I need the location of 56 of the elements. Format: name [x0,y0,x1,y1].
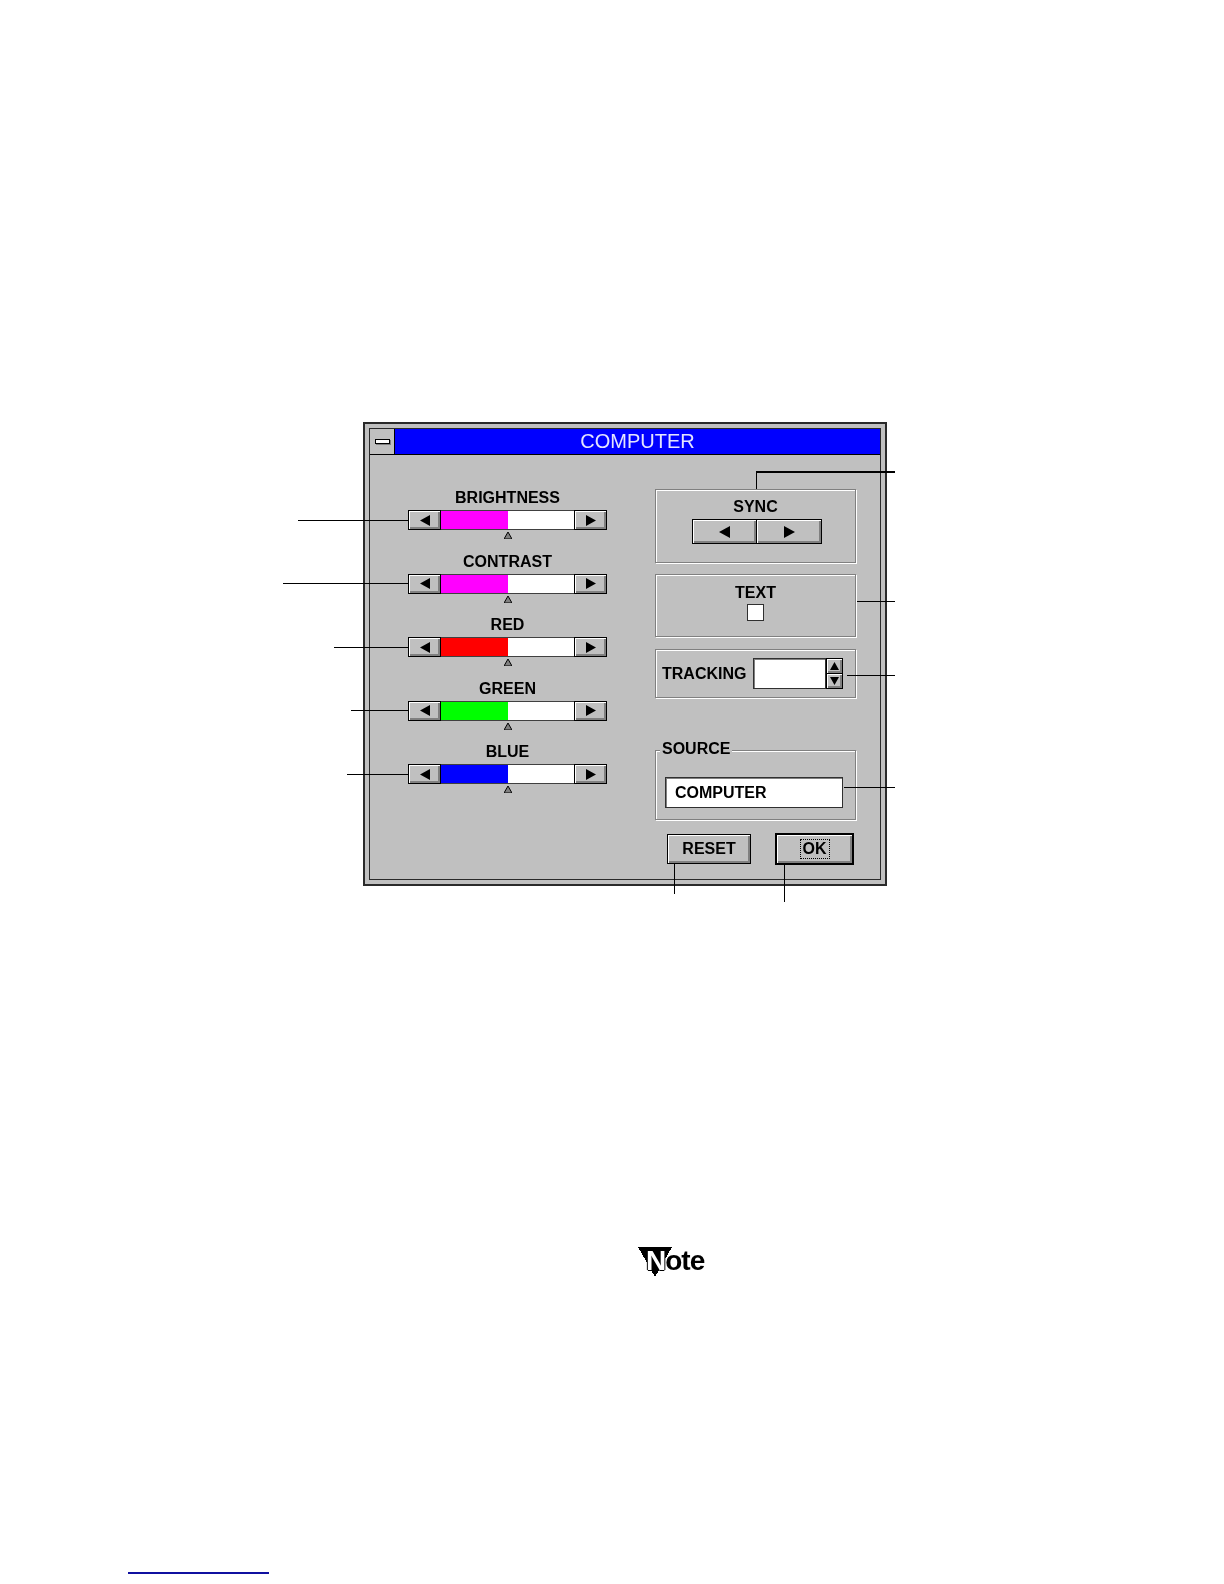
decrease-button[interactable] [408,510,441,530]
right-triangle-icon [585,514,596,526]
left-triangle-icon [419,641,430,653]
increase-button[interactable] [574,637,607,657]
slider-label: RED [489,616,526,634]
leader-line [784,865,785,902]
sync-decrease-button[interactable] [692,519,757,544]
dialog-button[interactable]: OK [775,833,854,865]
decrease-button[interactable] [408,573,441,594]
source-field[interactable]: COMPUTER [665,777,843,808]
increase-button[interactable] [574,510,607,530]
triangle-marker-icon [503,659,512,666]
left-triangle-icon [419,768,430,780]
increase-button[interactable] [574,700,607,721]
tracking-field[interactable] [753,658,827,689]
triangle-marker-icon [503,595,512,603]
window-title: COMPUTER [579,429,696,454]
slider-label: GREEN [478,679,537,698]
increase-button[interactable] [574,573,607,594]
leader-line [351,710,409,711]
increase-button[interactable] [574,764,607,784]
checkbox[interactable] [747,604,764,621]
right-triangle-icon [585,641,596,653]
sync-label: SYNC [733,498,778,516]
leader-line [347,774,409,775]
minus-icon [374,439,390,444]
right-triangle-icon [585,578,596,589]
leader-line [844,787,895,788]
leader-line [674,864,675,894]
left-triangle-icon [719,525,730,538]
decrease-button[interactable] [408,700,441,721]
control-menu-button[interactable] [370,429,395,454]
slider-label: BRIGHTNESS [454,489,561,507]
down-triangle-icon [830,677,840,685]
triangle-marker-icon [503,722,512,730]
leader-line [847,675,895,676]
up-triangle-icon [830,662,840,670]
right-triangle-icon [585,705,596,716]
slider-label: BLUE [484,743,531,761]
triangle-marker-icon [503,532,512,539]
left-triangle-icon [419,705,430,716]
right-triangle-icon [783,525,795,538]
sync-increase-button[interactable] [757,519,822,544]
left-triangle-icon [419,578,430,589]
slider-label: CONTRAST [462,552,553,571]
triangle-marker-icon [503,786,512,793]
leader-line [857,601,895,602]
dialog-button[interactable]: RESET [667,834,751,864]
text-label: TEXT [735,584,776,602]
decrease-button[interactable] [408,764,441,784]
spin-up-button[interactable] [826,658,844,674]
tracking-label: TRACKING [662,664,747,683]
right-triangle-icon [585,768,596,780]
left-triangle-icon [419,514,430,526]
spin-down-button[interactable] [826,674,844,689]
decrease-button[interactable] [408,637,441,657]
